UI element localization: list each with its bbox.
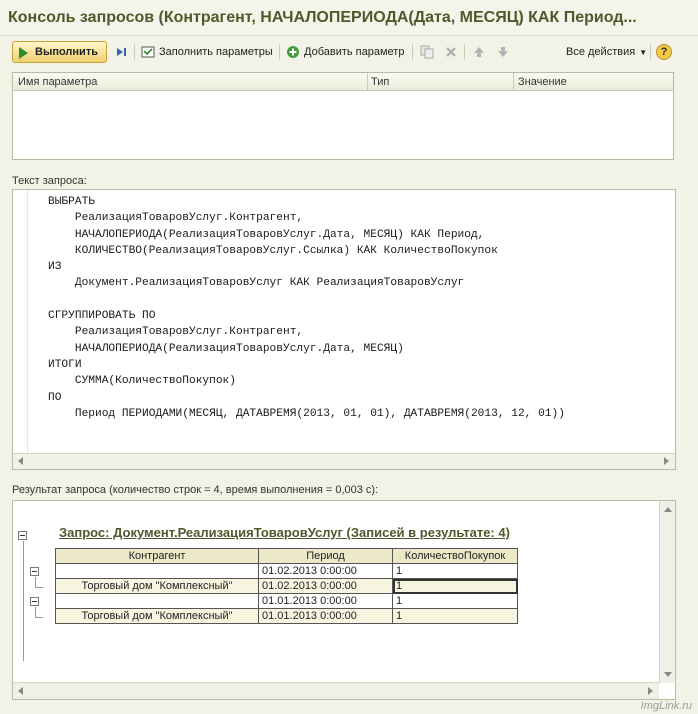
column-divider <box>513 73 514 91</box>
collapse-toggle-icon[interactable] <box>30 567 39 576</box>
cell-counterparty[interactable]: Торговый дом "Комплексный" <box>55 578 259 594</box>
parameters-table[interactable]: Имя параметра Тип Значение <box>12 72 674 160</box>
cell-counterparty[interactable] <box>55 593 259 609</box>
step-run-icon <box>117 48 126 56</box>
toolbar-divider <box>279 44 280 60</box>
tree-line <box>35 617 43 618</box>
cell-period[interactable]: 01.01.2013 0:00:00 <box>258 593 393 609</box>
column-header-value[interactable]: Значение <box>518 76 567 88</box>
all-actions-menu[interactable]: Все действия ▼ <box>566 42 647 62</box>
column-header-purchase-count[interactable]: КоличествоПокупок <box>392 548 518 564</box>
cell-counterparty[interactable]: Торговый дом "Комплексный" <box>55 608 259 624</box>
cell-period[interactable]: 01.02.2013 0:00:00 <box>258 563 393 579</box>
toolbar: Выполнить Заполнить параметры Добавить п… <box>0 38 698 66</box>
copy-icon <box>420 45 434 59</box>
column-header-period[interactable]: Период <box>258 548 393 564</box>
column-divider <box>367 73 368 91</box>
window-title: Консоль запросов (Контрагент, НАЧАЛОПЕРИ… <box>8 9 637 26</box>
result-table-header: Контрагент Период КоличествоПокупок <box>55 548 518 564</box>
scroll-right-icon[interactable] <box>664 457 669 465</box>
arrow-down-icon <box>498 47 508 57</box>
result-vertical-scrollbar[interactable] <box>659 501 675 683</box>
query-text[interactable]: ВЫБРАТЬ РеализацияТоваровУслуг.Контраген… <box>48 194 565 422</box>
fill-params-label: Заполнить параметры <box>159 46 273 58</box>
column-header-type[interactable]: Тип <box>371 76 389 88</box>
cell-purchase-count[interactable]: 1 <box>392 608 518 624</box>
query-text-label: Текст запроса: <box>12 175 87 187</box>
help-button[interactable]: ? <box>656 44 672 60</box>
move-up-button[interactable] <box>472 42 490 62</box>
run-button[interactable]: Выполнить <box>12 41 107 63</box>
add-param-label: Добавить параметр <box>304 46 405 58</box>
delete-param-button[interactable] <box>444 42 462 62</box>
step-run-button[interactable] <box>114 42 132 62</box>
toolbar-divider <box>134 44 135 60</box>
title-bar: Консоль запросов (Контрагент, НАЧАЛОПЕРИ… <box>0 0 698 36</box>
collapse-toggle-icon[interactable] <box>18 531 27 540</box>
result-title[interactable]: Запрос: Документ.РеализацияТоваровУслуг … <box>59 525 510 540</box>
tree-line <box>35 587 43 588</box>
add-icon <box>287 46 299 58</box>
column-header-counterparty[interactable]: Контрагент <box>55 548 259 564</box>
add-param-button[interactable]: Добавить параметр <box>286 42 404 62</box>
column-header-param-name[interactable]: Имя параметра <box>18 76 97 88</box>
query-horizontal-scrollbar[interactable] <box>13 453 675 469</box>
result-label: Результат запроса (количество строк = 4,… <box>12 484 379 496</box>
cell-purchase-count[interactable]: 1 <box>392 593 518 609</box>
fill-params-button[interactable]: Заполнить параметры <box>141 42 273 62</box>
table-row[interactable]: 01.02.2013 0:00:00 1 <box>55 563 518 579</box>
collapse-toggle-icon[interactable] <box>30 597 39 606</box>
play-icon <box>19 47 28 59</box>
move-down-button[interactable] <box>496 42 514 62</box>
run-button-label: Выполнить <box>35 46 98 58</box>
toolbar-divider <box>412 44 413 60</box>
editor-gutter <box>13 190 28 454</box>
result-panel[interactable]: Запрос: Документ.РеализацияТоваровУслуг … <box>12 500 676 700</box>
copy-param-button[interactable] <box>420 42 438 62</box>
cell-purchase-count[interactable]: 1 <box>392 578 518 594</box>
result-horizontal-scrollbar[interactable] <box>13 682 659 699</box>
result-table[interactable]: Контрагент Период КоличествоПокупок 01.0… <box>55 548 518 624</box>
query-editor[interactable]: ВЫБРАТЬ РеализацияТоваровУслуг.Контраген… <box>12 189 676 470</box>
table-row[interactable]: Торговый дом "Комплексный" 01.01.2013 0:… <box>55 608 518 624</box>
parameters-table-header: Имя параметра Тип Значение <box>13 73 673 91</box>
scroll-right-icon[interactable] <box>648 687 653 695</box>
fill-params-icon <box>141 46 155 58</box>
toolbar-divider <box>464 44 465 60</box>
scroll-down-icon[interactable] <box>664 672 672 677</box>
tree-line <box>23 541 24 661</box>
delete-icon <box>446 47 456 57</box>
cell-period[interactable]: 01.01.2013 0:00:00 <box>258 608 393 624</box>
cell-purchase-count[interactable]: 1 <box>392 563 518 579</box>
cell-period[interactable]: 01.02.2013 0:00:00 <box>258 578 393 594</box>
all-actions-label: Все действия <box>566 46 636 58</box>
scroll-left-icon[interactable] <box>18 687 23 695</box>
scroll-left-icon[interactable] <box>18 457 23 465</box>
cell-counterparty[interactable] <box>55 563 259 579</box>
chevron-down-icon: ▼ <box>639 47 648 57</box>
watermark: ImgLink.ru <box>640 700 692 712</box>
arrow-up-icon <box>474 47 484 57</box>
table-row[interactable]: Торговый дом "Комплексный" 01.02.2013 0:… <box>55 578 518 594</box>
scroll-up-icon[interactable] <box>664 507 672 512</box>
table-row[interactable]: 01.01.2013 0:00:00 1 <box>55 593 518 609</box>
toolbar-divider <box>650 44 651 60</box>
